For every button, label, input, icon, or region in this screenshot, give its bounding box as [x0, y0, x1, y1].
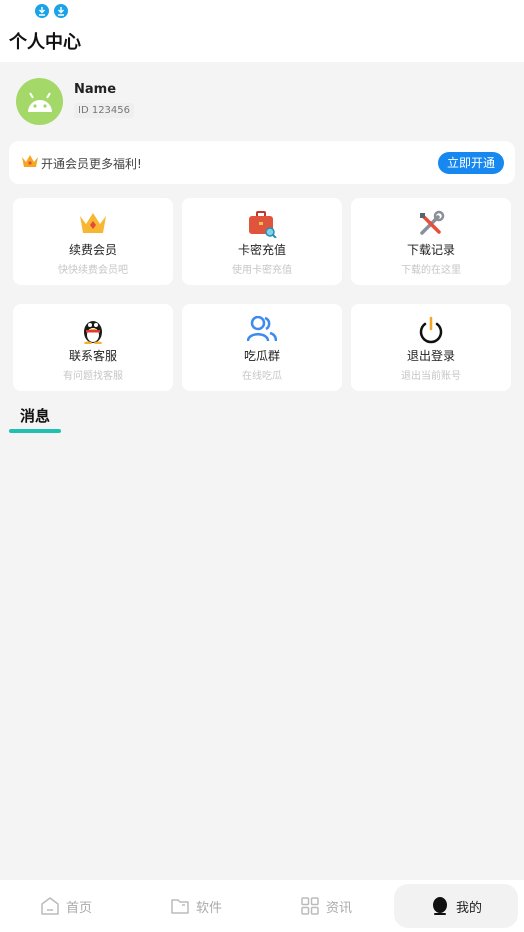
- feature-row: 续费会员 快快续费会员吧 卡密充值 使用卡密充值 下载记录 下载的在这里: [13, 198, 511, 285]
- card-title: 退出登录: [406, 349, 455, 363]
- section-underline: [9, 429, 61, 433]
- chat-group-card[interactable]: 吃瓜群 在线吃瓜: [182, 304, 342, 391]
- download-icon: [54, 4, 68, 18]
- power-icon: [419, 316, 443, 344]
- crown-icon: [21, 153, 39, 173]
- tools-icon: [420, 210, 445, 235]
- card-subtitle: 下载的在这里: [401, 265, 461, 276]
- profile-header[interactable]: Name ID 123456: [16, 78, 316, 126]
- card-title: 续费会员: [68, 243, 117, 257]
- user-icon: [432, 897, 447, 915]
- card-title: 卡密充值: [237, 243, 286, 257]
- bottom-tab-bar: 首页 软件 资讯 我的: [0, 880, 524, 932]
- download-history-card[interactable]: 下载记录 下载的在这里: [351, 198, 511, 285]
- contact-support-card[interactable]: 联系客服 有问题找客服: [13, 304, 173, 391]
- renew-membership-card[interactable]: 续费会员 快快续费会员吧: [13, 198, 173, 285]
- folder-icon: [171, 899, 189, 914]
- tab-label: 我的: [455, 900, 482, 916]
- tab-news[interactable]: 资讯: [264, 884, 388, 928]
- briefcase-icon: [249, 211, 277, 238]
- vip-banner[interactable]: 开通会员更多福利! 立即开通: [9, 141, 515, 184]
- tab-label: 软件: [195, 900, 222, 916]
- group-icon: [247, 316, 277, 342]
- card-title: 联系客服: [68, 349, 117, 363]
- android-icon: [27, 91, 52, 112]
- status-bar-icons: [35, 4, 68, 18]
- card-subtitle: 使用卡密充值: [232, 265, 292, 276]
- download-icon: [35, 4, 49, 18]
- page-title: 个人中心: [9, 32, 81, 53]
- logout-card[interactable]: 退出登录 退出当前账号: [351, 304, 511, 391]
- vip-banner-text: 开通会员更多福利!: [41, 157, 142, 171]
- tab-software[interactable]: 软件: [134, 884, 258, 928]
- tab-label: 首页: [65, 900, 92, 916]
- top-bar: 个人中心: [0, 0, 524, 62]
- open-vip-button[interactable]: 立即开通: [437, 152, 504, 174]
- card-title: 下载记录: [406, 243, 455, 257]
- tab-home[interactable]: 首页: [4, 884, 128, 928]
- card-subtitle: 有问题找客服: [63, 371, 123, 382]
- card-recharge-card[interactable]: 卡密充值 使用卡密充值: [182, 198, 342, 285]
- card-title: 吃瓜群: [243, 349, 280, 363]
- card-subtitle: 在线吃瓜: [242, 371, 282, 382]
- profile-id: ID 123456: [74, 103, 135, 118]
- tab-label: 资讯: [325, 900, 352, 916]
- feature-row: 联系客服 有问题找客服 吃瓜群 在线吃瓜 退出登录 退出当前账号: [13, 304, 511, 391]
- avatar[interactable]: [16, 78, 63, 125]
- profile-name: Name: [74, 82, 117, 97]
- card-subtitle: 快快续费会员吧: [58, 265, 128, 276]
- messages-section-title[interactable]: 消息: [20, 405, 50, 426]
- grid-icon: [301, 897, 319, 915]
- tab-mine[interactable]: 我的: [394, 884, 518, 928]
- card-subtitle: 退出当前账号: [401, 371, 461, 382]
- home-icon: [41, 897, 59, 915]
- crown-icon: [80, 213, 106, 233]
- penguin-icon: [84, 321, 102, 344]
